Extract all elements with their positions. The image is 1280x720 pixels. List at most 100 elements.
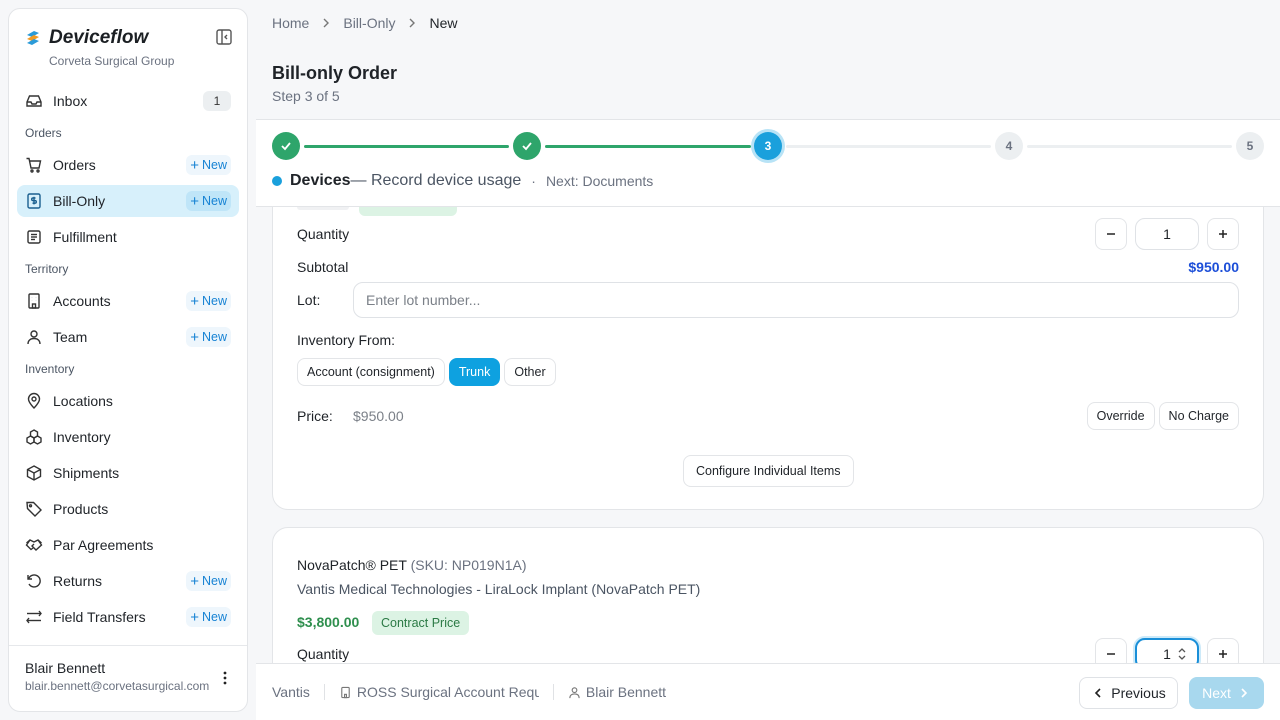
user-profile[interactable]: Blair Bennett blair.bennett@corvetasurgi… [9,645,247,711]
section-inventory: Inventory [25,362,75,376]
increment-button[interactable] [1207,218,1239,250]
decrement-button[interactable] [1095,638,1127,663]
arrows-transfer-icon [26,610,42,624]
sidebar-item-orders[interactable]: Orders + New [17,149,239,181]
chevron-right-icon [323,18,330,28]
source-account-consignment[interactable]: Account (consignment) [297,358,445,386]
sidebar-item-locations[interactable]: Locations [17,385,239,417]
no-charge-button[interactable]: No Charge [1158,402,1239,430]
handshake-icon [25,539,43,551]
divider [323,684,325,700]
sidebar-item-accounts[interactable]: Accounts + New [17,285,239,317]
page-step: Step 3 of 5 [272,88,340,104]
sidebar-item-par-agreements[interactable]: Par Agreements [17,529,239,561]
breadcrumb-home[interactable]: Home [272,15,309,31]
sidebar-item-fulfillment[interactable]: Fulfillment [17,221,239,253]
sidebar-item-bill-only[interactable]: Bill-Only + New [17,185,239,217]
decrement-button[interactable] [1095,218,1127,250]
new-label: New [201,330,227,344]
quantity-input[interactable]: 1 [1135,218,1199,250]
sidebar-item-label: Bill-Only [53,193,106,209]
check-icon [281,142,291,151]
device-price-partial [297,207,349,210]
subtotal-value: $950.00 [1188,259,1239,275]
sidebar-item-products[interactable]: Products [17,493,239,525]
sidebar-item-returns[interactable]: Returns + New [17,565,239,597]
new-bill-only-button[interactable]: + New [186,191,231,211]
new-return-button[interactable]: + New [186,571,231,591]
sidebar-item-label: Orders [53,157,96,173]
sidebar-item-inbox[interactable]: Inbox 1 [17,85,239,117]
brand[interactable]: Deviceflow [25,27,148,49]
sidebar-item-field-transfers[interactable]: Field Transfers + New [17,601,239,633]
package-icon [26,465,42,481]
step-name: Devices [290,172,351,189]
lot-number-input[interactable] [353,282,1239,318]
new-team-button[interactable]: + New [186,327,231,347]
source-trunk[interactable]: Trunk [448,358,501,386]
plus-icon: + [190,328,199,346]
lot-label: Lot: [297,292,321,308]
next-button[interactable]: Next [1189,677,1264,709]
configure-individual-items-button[interactable]: Configure Individual Items [683,455,854,487]
sidebar-item-label: Field Transfers [53,609,146,625]
breadcrumb-bill-only[interactable]: Bill-Only [343,15,395,31]
override-button[interactable]: Override [1086,402,1155,430]
brand-name: Deviceflow [49,27,149,48]
building-icon [341,686,350,698]
contract-price-badge: Contract Price [372,611,470,635]
step-connector [786,145,991,148]
step-1[interactable] [272,132,300,160]
subtotal-label: Subtotal [297,259,349,275]
step-2[interactable] [513,132,541,160]
footer-account: ROSS Surgical Account Request [339,684,539,700]
step-4[interactable]: 4 [995,132,1023,160]
previous-label: Previous [1111,685,1166,701]
device-card: Quantity 1 Subtotal $950.00 Lot: Invento… [272,207,1264,510]
step-info: Devices — Record device usage · Next: Do… [272,172,653,190]
inbox-icon [26,95,42,107]
step-3[interactable]: 3 [754,132,782,160]
sidebar-item-label: Inbox [53,93,88,109]
deviceflow-logo-icon [27,31,39,45]
source-other[interactable]: Other [504,358,556,386]
chevron-left-icon [1095,688,1101,698]
stepper: 3 4 5 Devices — Record device usage · Ne… [256,119,1280,207]
new-field-transfer-button[interactable]: + New [186,607,231,627]
quantity-value: 1 [1163,646,1171,662]
quantity-label: Quantity [297,646,350,662]
spinner-arrows-icon[interactable] [1177,646,1187,662]
plus-icon: + [190,572,199,590]
increment-button[interactable] [1207,638,1239,663]
quantity-input[interactable]: 1 [1135,638,1199,663]
new-label: New [201,294,227,308]
org-name: Corveta Surgical Group [49,54,175,68]
devices-list: Quantity 1 Subtotal $950.00 Lot: Invento… [256,207,1280,663]
fulfillment-icon [27,230,41,244]
step-connector [304,145,509,148]
next-label: Next [1202,685,1231,701]
new-order-button[interactable]: + New [186,155,231,175]
step-5[interactable]: 5 [1236,132,1264,160]
quantity-label: Quantity [297,226,350,242]
sidebar-item-shipments[interactable]: Shipments [17,457,239,489]
new-label: New [201,574,227,588]
new-account-button[interactable]: + New [186,291,231,311]
breadcrumb: Home Bill-Only New [272,15,458,31]
device-card: NovaPatch® PET (SKU: NP019N1A) Vantis Me… [272,527,1264,663]
sidebar-collapse-icon[interactable] [215,28,233,46]
quantity-stepper: 1 [1095,638,1239,663]
more-vertical-icon[interactable] [217,670,233,686]
divider [552,684,554,700]
order-footer: Vantis ROSS Surgical Account Request Bla… [256,663,1280,720]
footer-rep: Blair Bennett [568,684,666,700]
map-pin-icon [27,392,41,409]
previous-button[interactable]: Previous [1079,677,1178,709]
sidebar-item-label: Products [53,501,109,517]
sidebar-item-inventory[interactable]: Inventory [17,421,239,453]
sidebar-item-label: Par Agreements [53,537,154,553]
section-territory: Territory [25,262,69,276]
user-icon [569,686,580,698]
sidebar-item-label: Team [53,329,88,345]
sidebar-item-team[interactable]: Team + New [17,321,239,353]
